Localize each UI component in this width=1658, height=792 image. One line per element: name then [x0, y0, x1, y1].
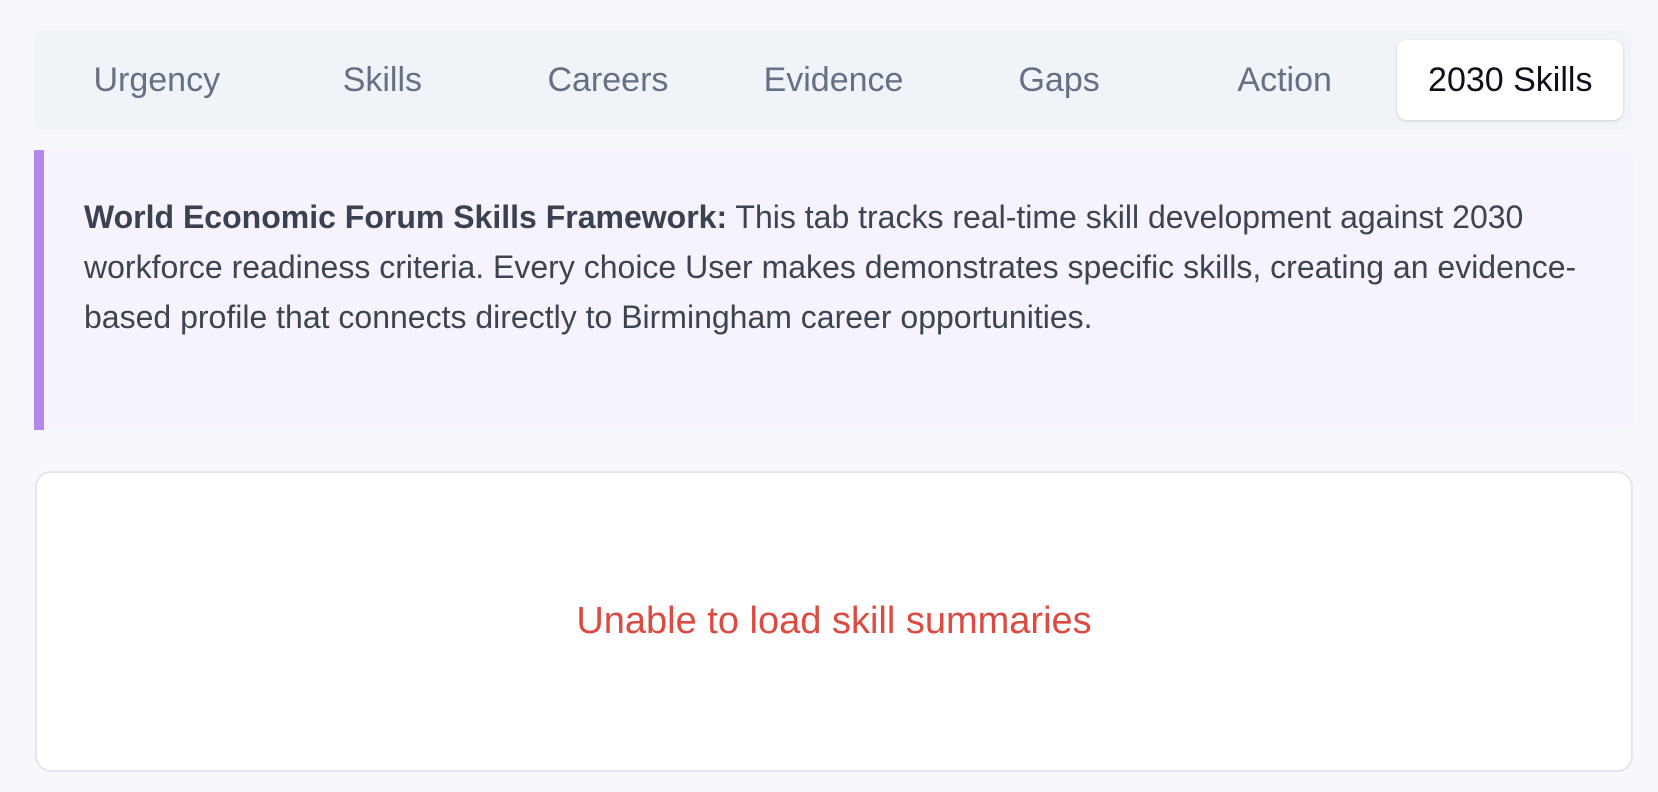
tab-gaps[interactable]: Gaps	[946, 40, 1172, 120]
tab-evidence[interactable]: Evidence	[721, 40, 947, 120]
tab-2030-skills[interactable]: 2030 Skills	[1397, 40, 1624, 120]
framework-info-callout: World Economic Forum Skills Framework: T…	[34, 150, 1633, 430]
error-message: Unable to load skill summaries	[576, 600, 1092, 642]
skill-summaries-panel: Unable to load skill summaries	[35, 471, 1633, 772]
framework-info-heading: World Economic Forum Skills Framework:	[84, 199, 728, 235]
tab-action[interactable]: Action	[1172, 40, 1398, 120]
tab-urgency[interactable]: Urgency	[44, 40, 270, 120]
tab-skills[interactable]: Skills	[270, 40, 496, 120]
tab-careers[interactable]: Careers	[495, 40, 721, 120]
tab-bar: Urgency Skills Careers Evidence Gaps Act…	[34, 30, 1633, 130]
